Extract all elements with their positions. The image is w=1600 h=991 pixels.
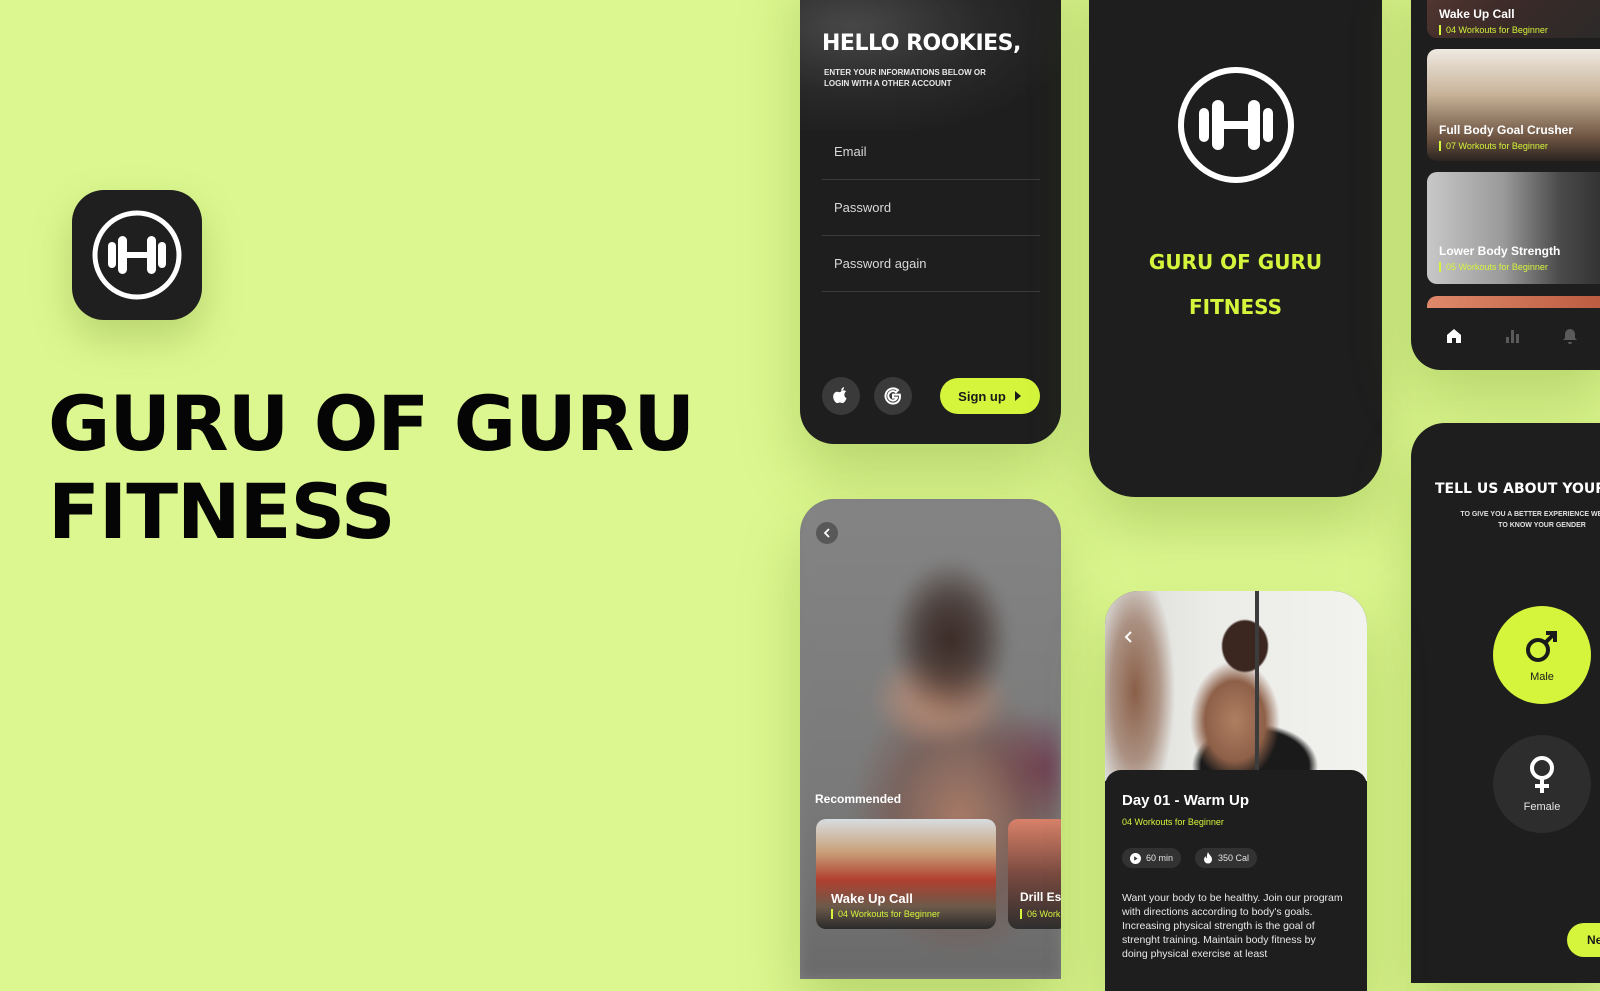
password-label: Password bbox=[834, 200, 892, 215]
app-icon bbox=[72, 190, 202, 320]
email-label: Email bbox=[834, 144, 867, 159]
workout-meta: 04 Workouts for Beginner bbox=[1122, 817, 1224, 827]
female-icon bbox=[1530, 756, 1554, 793]
brand-title: GURU OF GURU FITNESS bbox=[48, 380, 708, 556]
program-workouts: 05 Workouts bbox=[1446, 262, 1497, 272]
recommended-card-meta: 06 Work bbox=[1020, 909, 1060, 919]
brand-title-line2: FITNESS bbox=[48, 467, 396, 556]
next-button[interactable]: Ne bbox=[1567, 923, 1600, 957]
workout-panel: Day 01 - Warm Up 04 Workouts for Beginne… bbox=[1105, 770, 1367, 991]
workout-title: Day 01 - Warm Up bbox=[1122, 792, 1249, 809]
bar-chart-icon bbox=[1506, 330, 1519, 343]
apple-icon bbox=[833, 387, 847, 404]
recommended-screen: Recommended Wake Up Call 04 Workouts for… bbox=[800, 499, 1061, 979]
nav-home[interactable] bbox=[1445, 327, 1463, 350]
gender-subtitle: TO GIVE YOU A BETTER EXPERIENCE WE NEED … bbox=[1460, 511, 1600, 529]
brand-title-line1: GURU OF GURU bbox=[48, 379, 695, 468]
program-title: Full Body Goal Crusher bbox=[1439, 123, 1574, 137]
home-icon bbox=[1447, 329, 1461, 343]
workout-photo bbox=[1105, 591, 1367, 781]
recommended-card[interactable]: Drill Es 06 Work bbox=[1008, 819, 1061, 929]
chevron-left-icon bbox=[823, 528, 830, 538]
male-label: Male bbox=[1530, 671, 1554, 683]
program-title: Lower Body Strength bbox=[1439, 244, 1561, 258]
signup-label: Sign up bbox=[958, 388, 1006, 404]
email-field[interactable]: Email bbox=[822, 124, 1040, 180]
male-icon bbox=[1526, 631, 1557, 662]
duration-value: 60 min bbox=[1146, 853, 1174, 863]
recommended-card-title: Drill Es bbox=[1020, 890, 1061, 904]
password-again-field[interactable]: Password again bbox=[822, 236, 1040, 292]
bell-icon bbox=[1563, 329, 1577, 344]
google-login-button[interactable] bbox=[874, 377, 912, 415]
program-meta: 07 Workouts for Beginner bbox=[1439, 141, 1548, 151]
google-icon bbox=[884, 387, 902, 405]
program-workouts: 07 Workouts bbox=[1446, 141, 1497, 151]
workout-description: Want your body to be healthy. Join our p… bbox=[1122, 892, 1343, 960]
dumbbell-icon bbox=[92, 210, 182, 300]
program-card-partial bbox=[1427, 296, 1600, 308]
rookies-text: ROOKIES, bbox=[906, 31, 1021, 56]
workout-detail-screen: Day 01 - Warm Up 04 Workouts for Beginne… bbox=[1105, 591, 1367, 991]
splash-screen: GURU OF GURU FITNESS bbox=[1089, 0, 1382, 497]
next-label: Ne bbox=[1587, 933, 1600, 947]
recommended-card-meta: 04 Workouts for Beginner bbox=[831, 909, 940, 919]
program-meta: 04 Workouts for Beginner bbox=[1439, 25, 1548, 35]
signup-button[interactable]: Sign up bbox=[940, 378, 1040, 414]
hello-heading: HELLO ROOKIES, bbox=[822, 31, 1021, 56]
gender-screen: TELL US ABOUT YOUR TO GIVE YOU A BETTER … bbox=[1411, 423, 1600, 983]
program-card[interactable]: Full Body Goal Crusher 07 Workouts for B… bbox=[1427, 49, 1600, 161]
program-meta: 05 Workouts for Beginner bbox=[1439, 262, 1548, 272]
female-label: Female bbox=[1523, 801, 1561, 813]
hello-text: HELLO bbox=[822, 31, 899, 56]
male-option[interactable]: Male bbox=[1493, 606, 1591, 704]
female-option[interactable]: Female bbox=[1493, 735, 1591, 833]
program-level: for Beginner bbox=[1498, 262, 1548, 272]
program-card[interactable]: Lower Body Strength 05 Workouts for Begi… bbox=[1427, 172, 1600, 284]
calories-value: 350 Cal bbox=[1218, 853, 1250, 863]
program-title: Wake Up Call bbox=[1439, 7, 1515, 21]
program-card[interactable]: Wake Up Call 04 Workouts for Beginner bbox=[1427, 0, 1600, 38]
password-again-label: Password again bbox=[834, 256, 927, 271]
nav-notifications[interactable] bbox=[1561, 327, 1579, 350]
program-level: for Beginner bbox=[1498, 25, 1548, 35]
duration-chip: 60 min bbox=[1122, 848, 1182, 868]
recommended-card[interactable]: Wake Up Call 04 Workouts for Beginner bbox=[816, 819, 996, 929]
back-button[interactable] bbox=[816, 522, 838, 544]
chevron-left-icon bbox=[1124, 631, 1132, 643]
calories-chip: 350 Cal bbox=[1195, 848, 1258, 868]
nav-stats[interactable] bbox=[1504, 327, 1522, 350]
program-level: for Beginner bbox=[1498, 141, 1548, 151]
recommended-card-title: Wake Up Call bbox=[831, 891, 913, 906]
apple-login-button[interactable] bbox=[822, 377, 860, 415]
flame-icon bbox=[1204, 852, 1212, 864]
splash-title-line2: FITNESS bbox=[1188, 295, 1283, 319]
recommended-card-level: for Beginner bbox=[890, 909, 940, 919]
hero-photo bbox=[800, 0, 1061, 130]
play-circle-icon bbox=[1130, 852, 1141, 864]
recommended-heading: Recommended bbox=[815, 792, 902, 806]
splash-title-line1: GURU OF GURU bbox=[1148, 250, 1323, 274]
signup-screen: HELLO ROOKIES, ENTER YOUR INFORMATIONS B… bbox=[800, 0, 1061, 444]
recommended-card-workouts: 04 Workouts bbox=[838, 909, 889, 919]
dumbbell-logo-icon bbox=[1178, 67, 1294, 183]
password-field[interactable]: Password bbox=[822, 180, 1040, 236]
signup-subtitle: ENTER YOUR INFORMATIONS BELOW OR LOGIN W… bbox=[824, 68, 986, 88]
programs-screen: Wake Up Call 04 Workouts for Beginner Fu… bbox=[1411, 0, 1600, 370]
splash-title: GURU OF GURU FITNESS bbox=[1089, 240, 1382, 330]
program-workouts: 04 Workouts bbox=[1446, 25, 1497, 35]
play-arrow-icon bbox=[1014, 391, 1021, 401]
back-button[interactable] bbox=[1123, 630, 1135, 649]
gender-title: TELL US ABOUT YOUR bbox=[1435, 481, 1600, 497]
recommended-card-workouts: 06 Work bbox=[1027, 909, 1061, 919]
